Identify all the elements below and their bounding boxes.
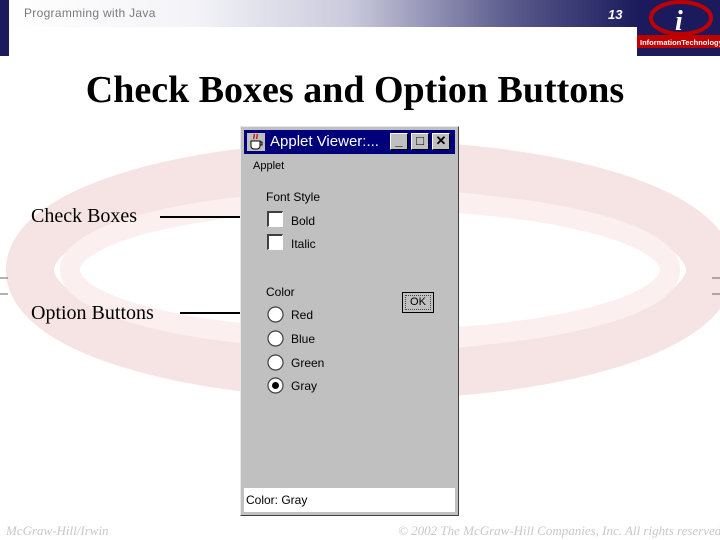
blue-option-label[interactable]: Blue: [291, 332, 315, 346]
bold-checkbox[interactable]: [267, 211, 283, 227]
applet-menu-label[interactable]: Applet: [253, 160, 284, 172]
information-technology-logo: i InformationTechnology: [637, 0, 720, 56]
option-buttons-callout: Option Buttons: [31, 302, 154, 324]
close-button[interactable]: ✕: [432, 133, 450, 150]
ok-button[interactable]: OK: [402, 292, 434, 313]
window-titlebar[interactable]: Applet Viewer:... _ □ ✕: [244, 130, 455, 154]
logo-text: InformationTechnology: [640, 38, 720, 47]
color-group-label: Color: [266, 285, 295, 299]
gray-option-label[interactable]: Gray: [291, 379, 317, 393]
minimize-button[interactable]: _: [390, 133, 408, 150]
font-style-group-label: Font Style: [266, 190, 321, 204]
green-option-label[interactable]: Green: [291, 356, 324, 370]
italic-checkbox-label[interactable]: Italic: [291, 237, 316, 251]
logo-letter: i: [675, 6, 683, 37]
header-left-stripe: [0, 0, 9, 56]
red-radio-button[interactable]: [267, 306, 284, 323]
maximize-button[interactable]: □: [411, 133, 429, 150]
green-radio-button[interactable]: [267, 354, 284, 371]
window-title: Applet Viewer:...: [270, 133, 379, 150]
italic-checkbox[interactable]: [267, 234, 283, 250]
status-label: Color: Gray: [244, 488, 455, 512]
course-title: Programming with Java: [24, 6, 156, 20]
applet-viewer-window: Applet Viewer:... _ □ ✕ Applet Font Styl…: [240, 126, 459, 516]
footer-copyright: © 2002 The McGraw-Hill Companies, Inc. A…: [398, 523, 720, 538]
bold-checkbox-label[interactable]: Bold: [291, 214, 315, 228]
footer-publisher: McGraw-Hill/Irwin: [6, 523, 109, 538]
red-option-label[interactable]: Red: [291, 308, 313, 322]
gray-radio-button[interactable]: [267, 377, 284, 394]
blue-radio-button[interactable]: [267, 330, 284, 347]
slide-header: Programming with Java 13 i InformationTe…: [0, 0, 720, 56]
check-boxes-callout: Check Boxes: [31, 205, 138, 227]
slide-number: 13: [608, 7, 623, 22]
slide-title: Check Boxes and Option Buttons: [85, 69, 625, 111]
coffee-cup-icon: [247, 133, 265, 151]
gray-radio-selected-dot: [272, 382, 279, 389]
